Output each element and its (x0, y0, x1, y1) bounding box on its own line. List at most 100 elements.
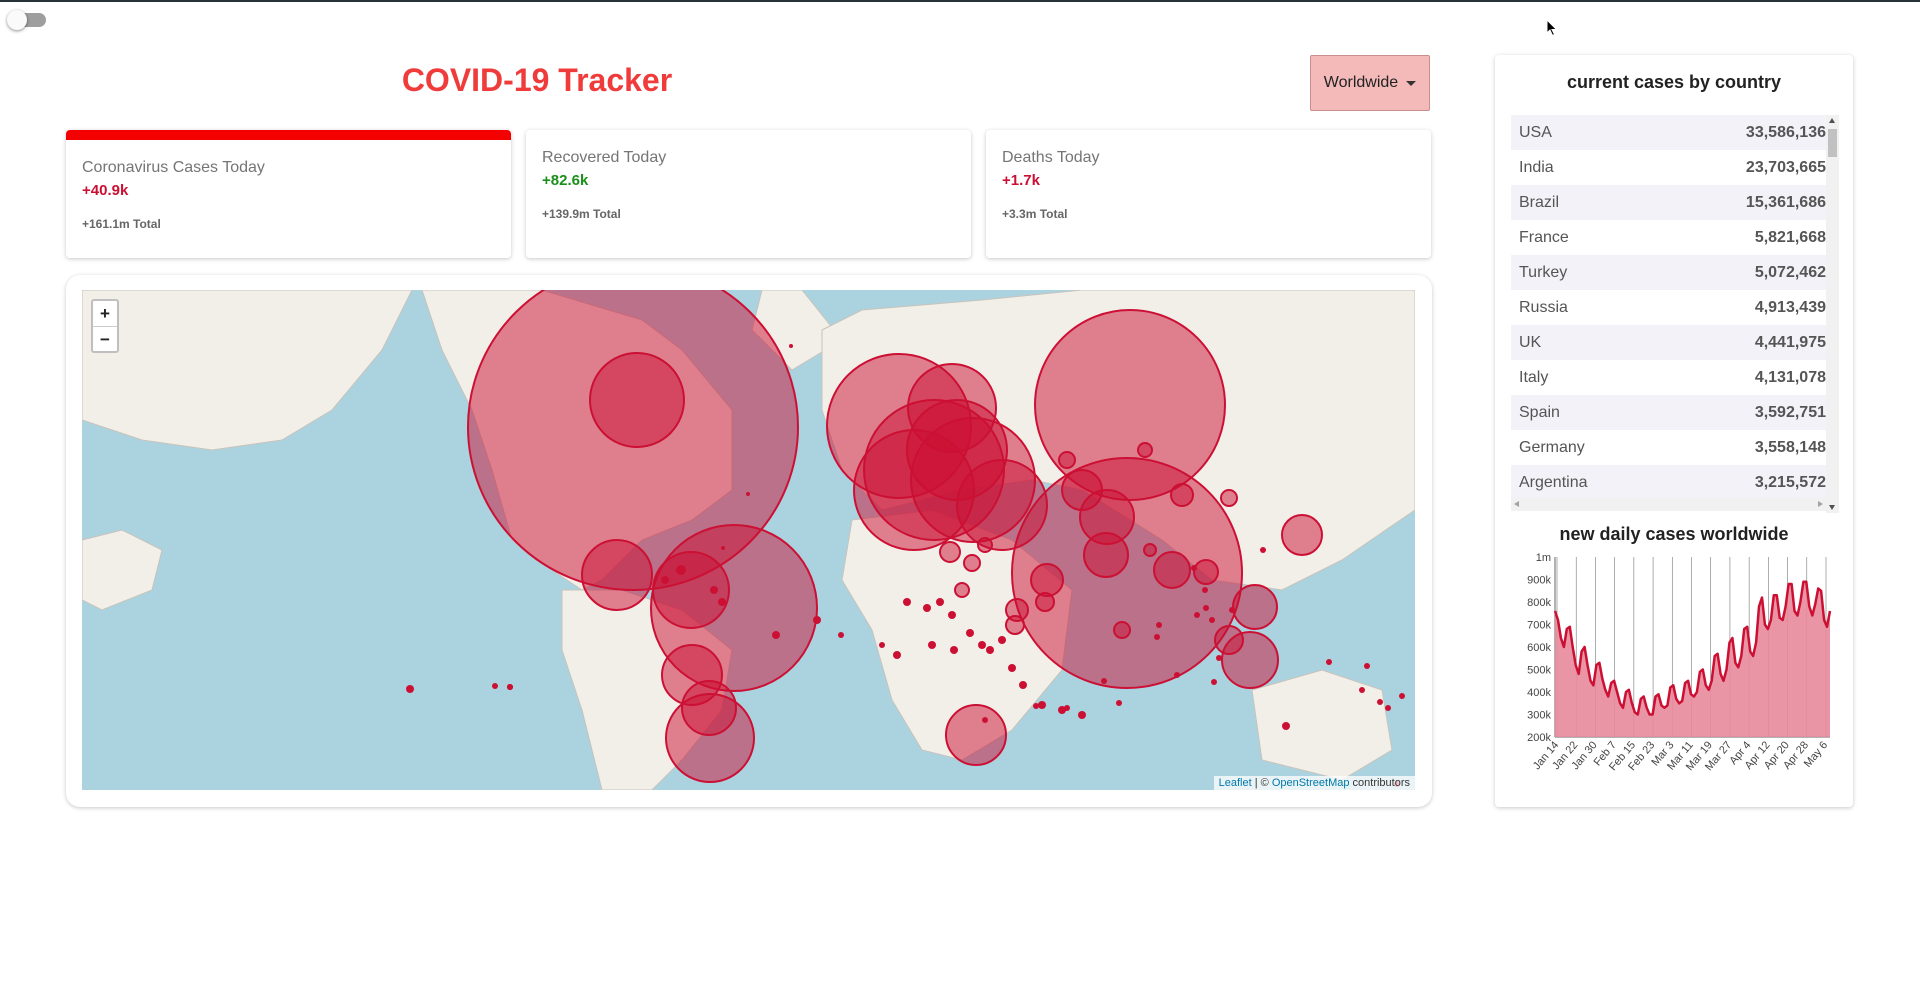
infobox-total: +3.3m Total (1002, 207, 1068, 221)
infobox-cases[interactable]: Coronavirus Cases Today +40.9k +161.1m T… (66, 130, 511, 258)
y-tick-label: 900k (1527, 575, 1551, 587)
circle-kazakhstan (1170, 483, 1194, 507)
table-row: Argentina 3,215,572 (1511, 465, 1834, 500)
country-cases: 3,558,148 (1754, 438, 1826, 456)
world-map[interactable]: + − Leaflet | © OpenStreetMap contributo… (82, 290, 1415, 790)
country-name: Argentina (1519, 473, 1588, 491)
toggle-knob (7, 10, 27, 30)
country-name: Germany (1519, 438, 1585, 456)
country-cases: 15,361,686 (1745, 193, 1826, 211)
country-select-value: Worldwide (1323, 74, 1399, 91)
table-row: Brazil 15,361,686 (1511, 185, 1834, 220)
circle-ethiopia (1035, 592, 1055, 612)
circle-iraq (1061, 469, 1103, 511)
zoom-in-button[interactable]: + (93, 301, 117, 326)
country-cases: 4,131,078 (1754, 368, 1826, 386)
country-name: Spain (1519, 403, 1560, 421)
land-australia (1251, 669, 1393, 781)
attribution-separator: | © (1251, 777, 1272, 789)
circle-sri-lanka (1143, 543, 1157, 557)
country-table[interactable]: USA 33,586,136 India 23,703,665 Brazil 15,361… (1511, 115, 1834, 512)
circle-belarus (1137, 442, 1153, 458)
attribution-suffix: contributors (1349, 777, 1410, 789)
scroll-up-icon[interactable] (1829, 118, 1835, 123)
circle-korea (1220, 489, 1238, 507)
table-row: France 5,821,668 (1511, 220, 1834, 255)
infobox-deaths[interactable]: Deaths Today +1.7k +3.3m Total (986, 130, 1431, 258)
scroll-down-icon[interactable] (1829, 505, 1835, 510)
zoom-out-button[interactable]: − (93, 326, 117, 351)
country-name: Russia (1519, 298, 1568, 316)
circle-georgia (1058, 451, 1076, 469)
circle-philippines (1232, 584, 1278, 630)
circle-mexico (581, 539, 653, 611)
chevron-down-icon (1406, 80, 1417, 86)
country-cases: 5,072,462 (1754, 263, 1826, 281)
infobox-title: Deaths Today (1002, 149, 1100, 166)
y-tick-label: 400k (1527, 687, 1551, 699)
infobox-title: Recovered Today (542, 149, 667, 166)
table-row: UK 4,441,975 (1511, 325, 1834, 360)
country-cases: 23,703,665 (1745, 158, 1826, 176)
infobox-recovered[interactable]: Recovered Today +82.6k +139.9m Total (526, 130, 971, 258)
circle-morocco (939, 541, 961, 563)
infobox-value: +1.7k (1002, 172, 1040, 189)
circle-algeria (963, 554, 981, 572)
scroll-left-icon[interactable] (1514, 501, 1519, 507)
country-name: Turkey (1519, 263, 1568, 281)
table-row: Spain 3,592,751 (1511, 395, 1834, 430)
circle-ukraine (1113, 621, 1131, 639)
circle-south-africa (945, 704, 1007, 766)
table-vertical-scrollbar[interactable] (1826, 115, 1839, 513)
page-title: COVID-19 Tracker (401, 62, 673, 98)
country-cases: 3,592,751 (1754, 403, 1826, 421)
map-attribution: Leaflet | © OpenStreetMap contributors (1213, 776, 1415, 790)
table-title: current cases by country (1566, 72, 1782, 92)
country-name: USA (1519, 123, 1552, 141)
country-name: France (1519, 228, 1569, 246)
chart-title: new daily cases worldwide (1559, 524, 1789, 544)
circle-nepal (1193, 559, 1219, 585)
infobox-total: +139.9m Total (542, 207, 621, 221)
circle-japan (1281, 514, 1323, 556)
circle-egypt (954, 582, 970, 598)
circle-tunisia (977, 537, 993, 553)
circle-chile (681, 680, 737, 736)
infobox-total: +161.1m Total (82, 217, 161, 231)
map-tiles (82, 290, 1415, 790)
table-row: Turkey 5,072,462 (1511, 255, 1834, 290)
mouse-cursor-icon (1546, 18, 1558, 42)
y-tick-label: 500k (1527, 665, 1551, 677)
y-tick-label: 200k (1527, 732, 1551, 744)
dark-mode-toggle[interactable] (7, 10, 46, 30)
country-name: UK (1519, 333, 1542, 351)
country-cases: 4,441,975 (1754, 333, 1826, 351)
infobox-title: Coronavirus Cases Today (82, 159, 265, 176)
table-row: Italy 4,131,078 (1511, 360, 1834, 395)
country-cases: 4,913,439 (1754, 298, 1826, 316)
country-name: Italy (1519, 368, 1549, 386)
country-cases: 5,821,668 (1754, 228, 1826, 246)
zoom-control: + − (91, 299, 119, 353)
table-row: Germany 3,558,148 (1511, 430, 1834, 465)
table-row: USA 33,586,136 (1511, 115, 1834, 150)
daily-cases-chart: 200k300k400k500k600k700k800k900k1mJan 14… (1527, 552, 1832, 773)
country-select[interactable]: Worldwide (1310, 55, 1430, 111)
y-tick-label: 600k (1527, 642, 1551, 654)
scroll-thumb[interactable] (1828, 129, 1837, 157)
series-area (1555, 581, 1830, 737)
table-row: Russia 4,913,439 (1511, 290, 1834, 325)
country-cases: 33,586,136 (1745, 123, 1826, 141)
table-horizontal-scrollbar[interactable] (1511, 498, 1826, 511)
land-islands (82, 529, 163, 611)
country-name: Brazil (1519, 193, 1560, 211)
circle-bangladesh (1153, 551, 1191, 589)
top-border (0, 0, 1920, 2)
y-tick-label: 800k (1527, 597, 1551, 609)
infobox-value: +82.6k (542, 172, 589, 189)
osm-link[interactable]: OpenStreetMap (1272, 777, 1350, 789)
land-russia-east (82, 290, 413, 451)
scroll-right-icon[interactable] (1818, 501, 1823, 507)
leaflet-link[interactable]: Leaflet (1219, 777, 1252, 789)
country-name: India (1519, 158, 1554, 176)
